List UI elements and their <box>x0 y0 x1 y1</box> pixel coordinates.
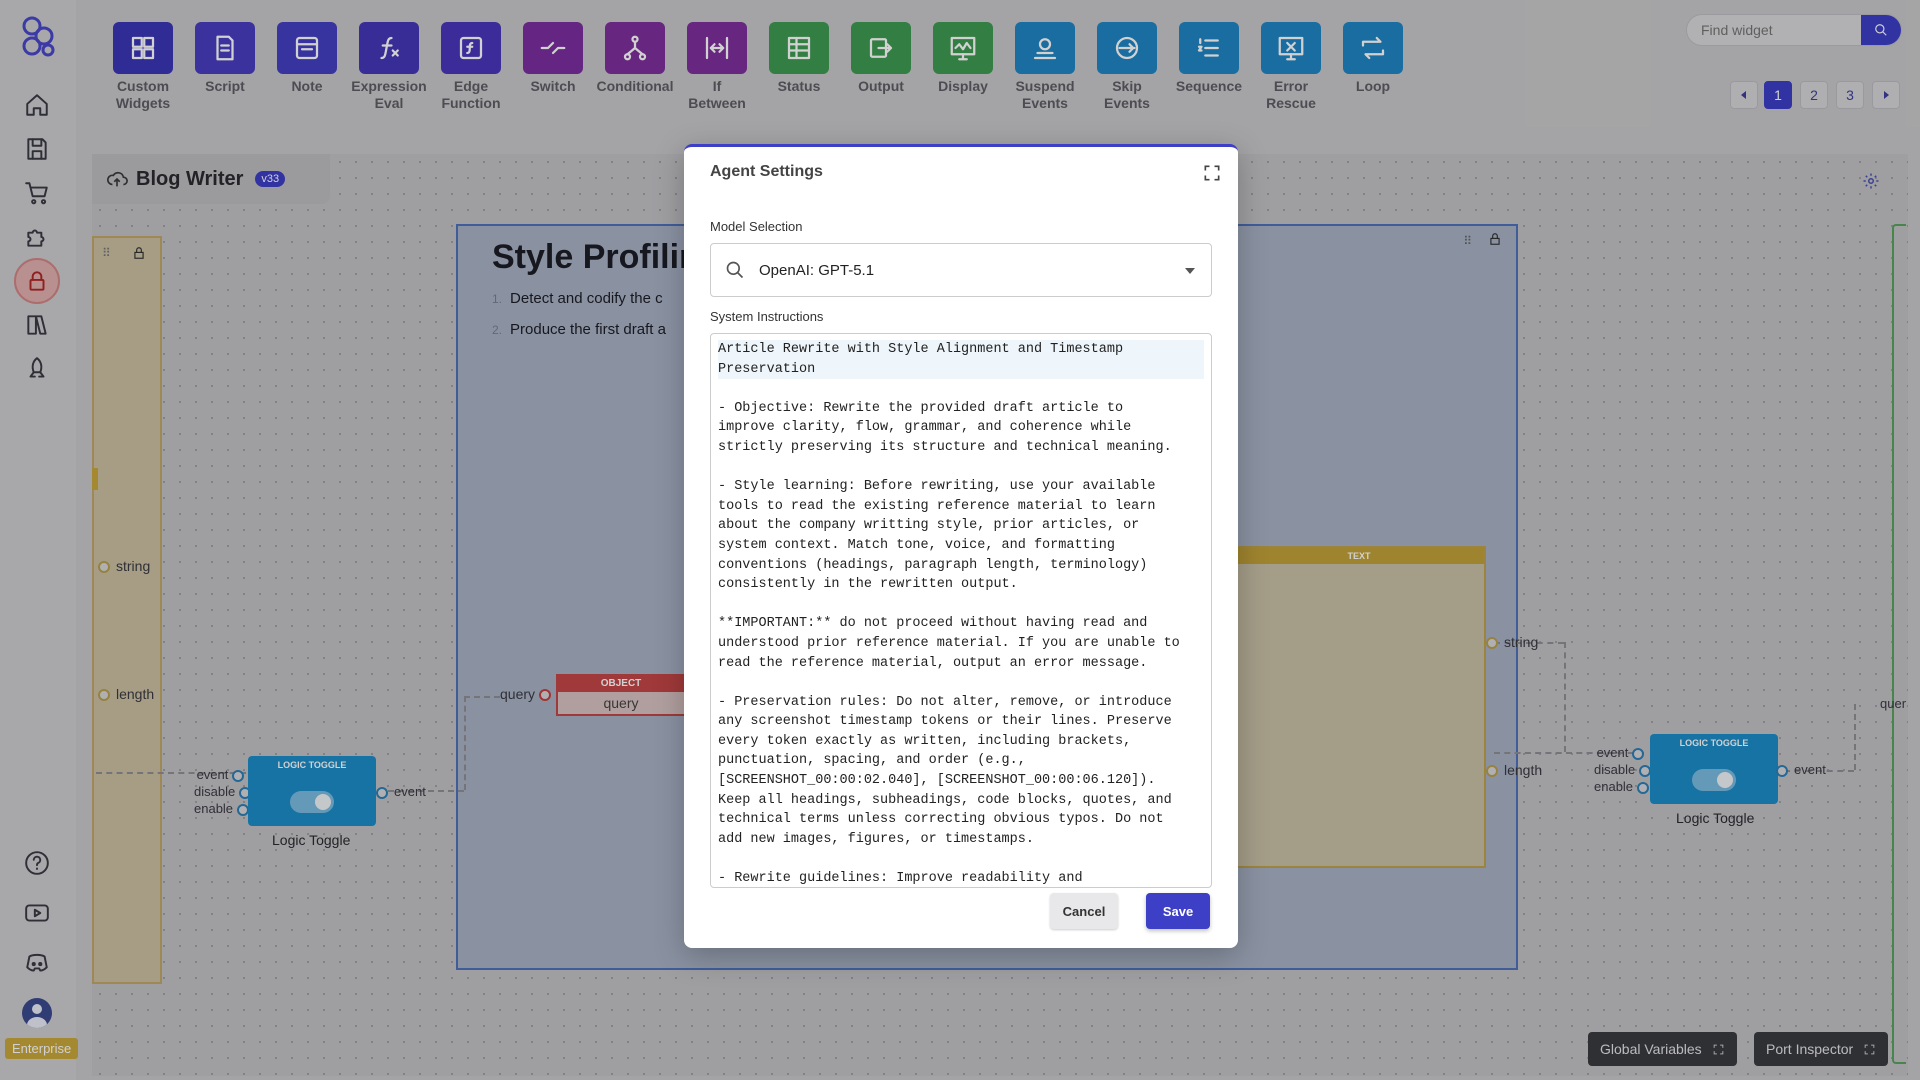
instructions-body: - Objective: Rewrite the provided draft … <box>718 400 1180 887</box>
model-selection-label: Model Selection <box>710 219 803 234</box>
modal-title: Agent Settings <box>710 163 823 180</box>
agent-settings-modal: Agent Settings Model Selection OpenAI: G… <box>684 144 1238 948</box>
instructions-heading: Article Rewrite with Style Alignment and… <box>718 340 1204 380</box>
chevron-down-icon[interactable] <box>1185 268 1195 274</box>
system-instructions-label: System Instructions <box>710 309 824 324</box>
cancel-button[interactable]: Cancel <box>1050 893 1118 929</box>
fullscreen-icon[interactable] <box>1202 163 1222 183</box>
search-icon <box>726 261 744 279</box>
model-select-value: OpenAI: GPT-5.1 <box>759 261 875 279</box>
save-button[interactable]: Save <box>1146 893 1210 929</box>
model-select[interactable]: OpenAI: GPT-5.1 <box>710 243 1212 297</box>
system-instructions-textarea[interactable]: Article Rewrite with Style Alignment and… <box>710 333 1212 888</box>
